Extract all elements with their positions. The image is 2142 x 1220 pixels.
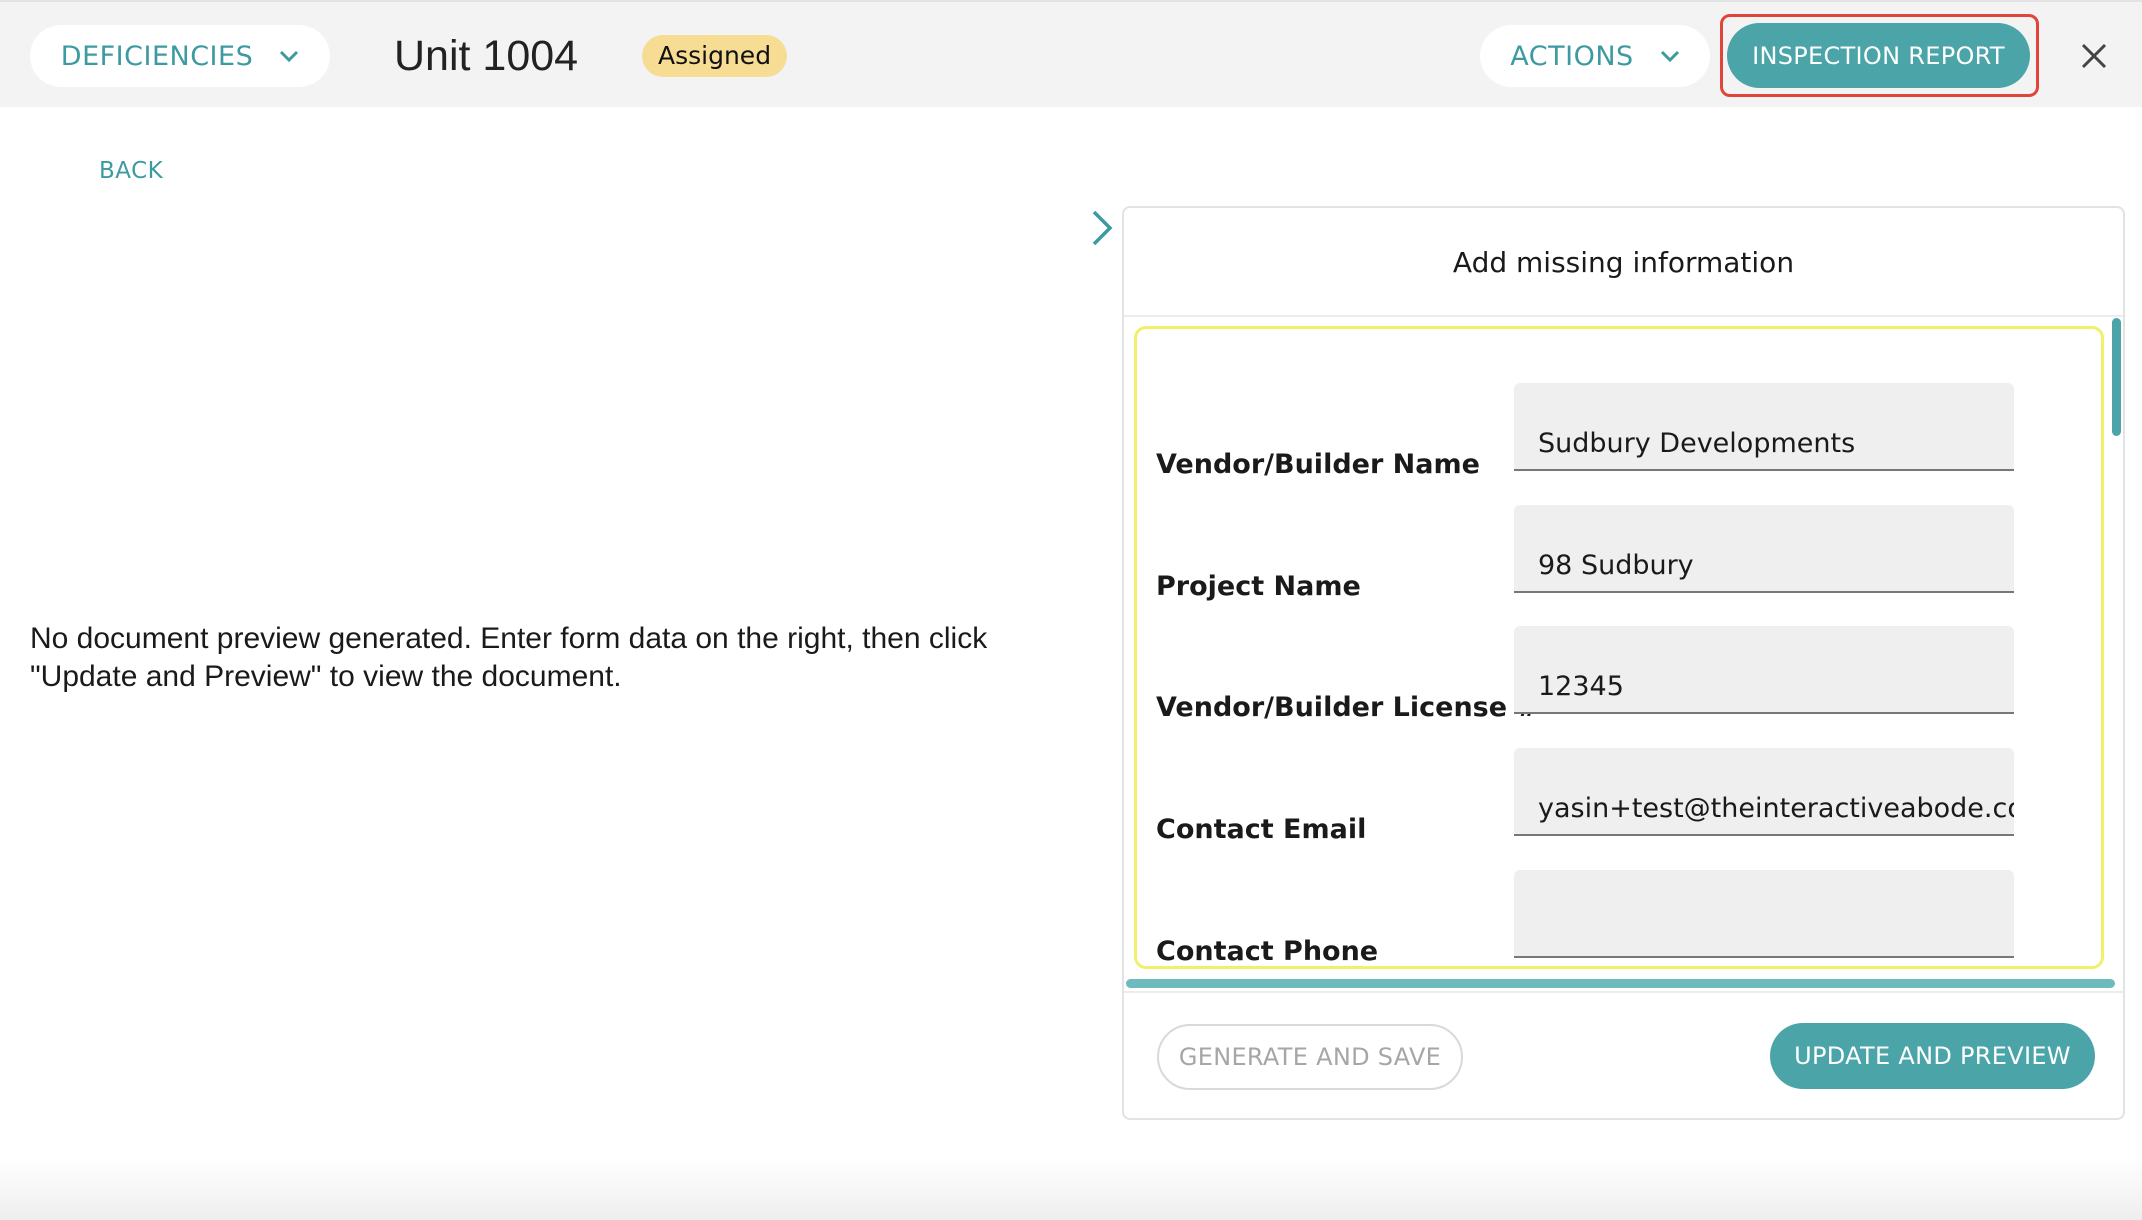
vendor-builder-license-input[interactable]: 12345 <box>1514 626 2014 714</box>
status-badge: Assigned <box>642 35 788 77</box>
field-label: Project Name <box>1156 571 1361 602</box>
panel-title: Add missing information <box>1452 246 1795 279</box>
unit-title: Unit 1004 <box>394 32 579 80</box>
divider <box>1124 991 2123 993</box>
form-row: Vendor/Builder License # 12345 <box>1137 626 2101 726</box>
contact-email-input[interactable]: yasin+test@theinteractiveabode.com <box>1514 748 2014 836</box>
back-link[interactable]: BACK <box>99 158 163 184</box>
form-row: Contact Email yasin+test@theinteractivea… <box>1137 748 2101 848</box>
actions-dropdown[interactable]: ACTIONS <box>1480 25 1710 87</box>
bottom-edge <box>0 1158 2142 1220</box>
actions-label: ACTIONS <box>1510 40 1634 72</box>
field-label: Contact Phone <box>1156 936 1379 967</box>
update-and-preview-button[interactable]: UPDATE AND PREVIEW <box>1770 1023 2095 1089</box>
divider <box>1124 315 2123 317</box>
horizontal-scrollbar[interactable] <box>1126 979 2115 988</box>
field-label: Contact Email <box>1156 814 1367 845</box>
chevron-right-icon[interactable] <box>1090 208 1114 248</box>
project-name-input[interactable]: 98 Sudbury <box>1514 505 2014 593</box>
field-label: Vendor/Builder Name <box>1156 449 1480 480</box>
generate-and-save-button[interactable]: GENERATE AND SAVE <box>1157 1024 1463 1090</box>
form-row: Contact Phone <box>1137 870 2101 967</box>
deficiencies-dropdown[interactable]: DEFICIENCIES <box>30 25 330 87</box>
form-row: Project Name 98 Sudbury <box>1137 505 2101 605</box>
close-icon[interactable] <box>2074 36 2114 76</box>
preview-message: No document preview generated. Enter for… <box>30 622 988 693</box>
vendor-builder-name-input[interactable]: Sudbury Developments <box>1514 383 2014 471</box>
deficiencies-label: DEFICIENCIES <box>60 40 254 72</box>
chevron-down-icon <box>1660 50 1679 62</box>
missing-info-panel: Add missing information Vendor/Builder N… <box>1122 206 2125 1120</box>
field-label: Vendor/Builder License # <box>1156 692 1540 723</box>
inspection-report-button[interactable]: INSPECTION REPORT <box>1727 23 2030 88</box>
vertical-scrollbar[interactable] <box>2112 318 2121 436</box>
form-row: Vendor/Builder Name Sudbury Developments <box>1137 383 2101 483</box>
missing-info-form: Vendor/Builder Name Sudbury Developments… <box>1134 326 2104 969</box>
contact-phone-input[interactable] <box>1514 870 2014 958</box>
top-bar: DEFICIENCIES Unit 1004 Assigned ACTIONS … <box>0 0 2142 107</box>
chevron-down-icon <box>280 50 299 62</box>
